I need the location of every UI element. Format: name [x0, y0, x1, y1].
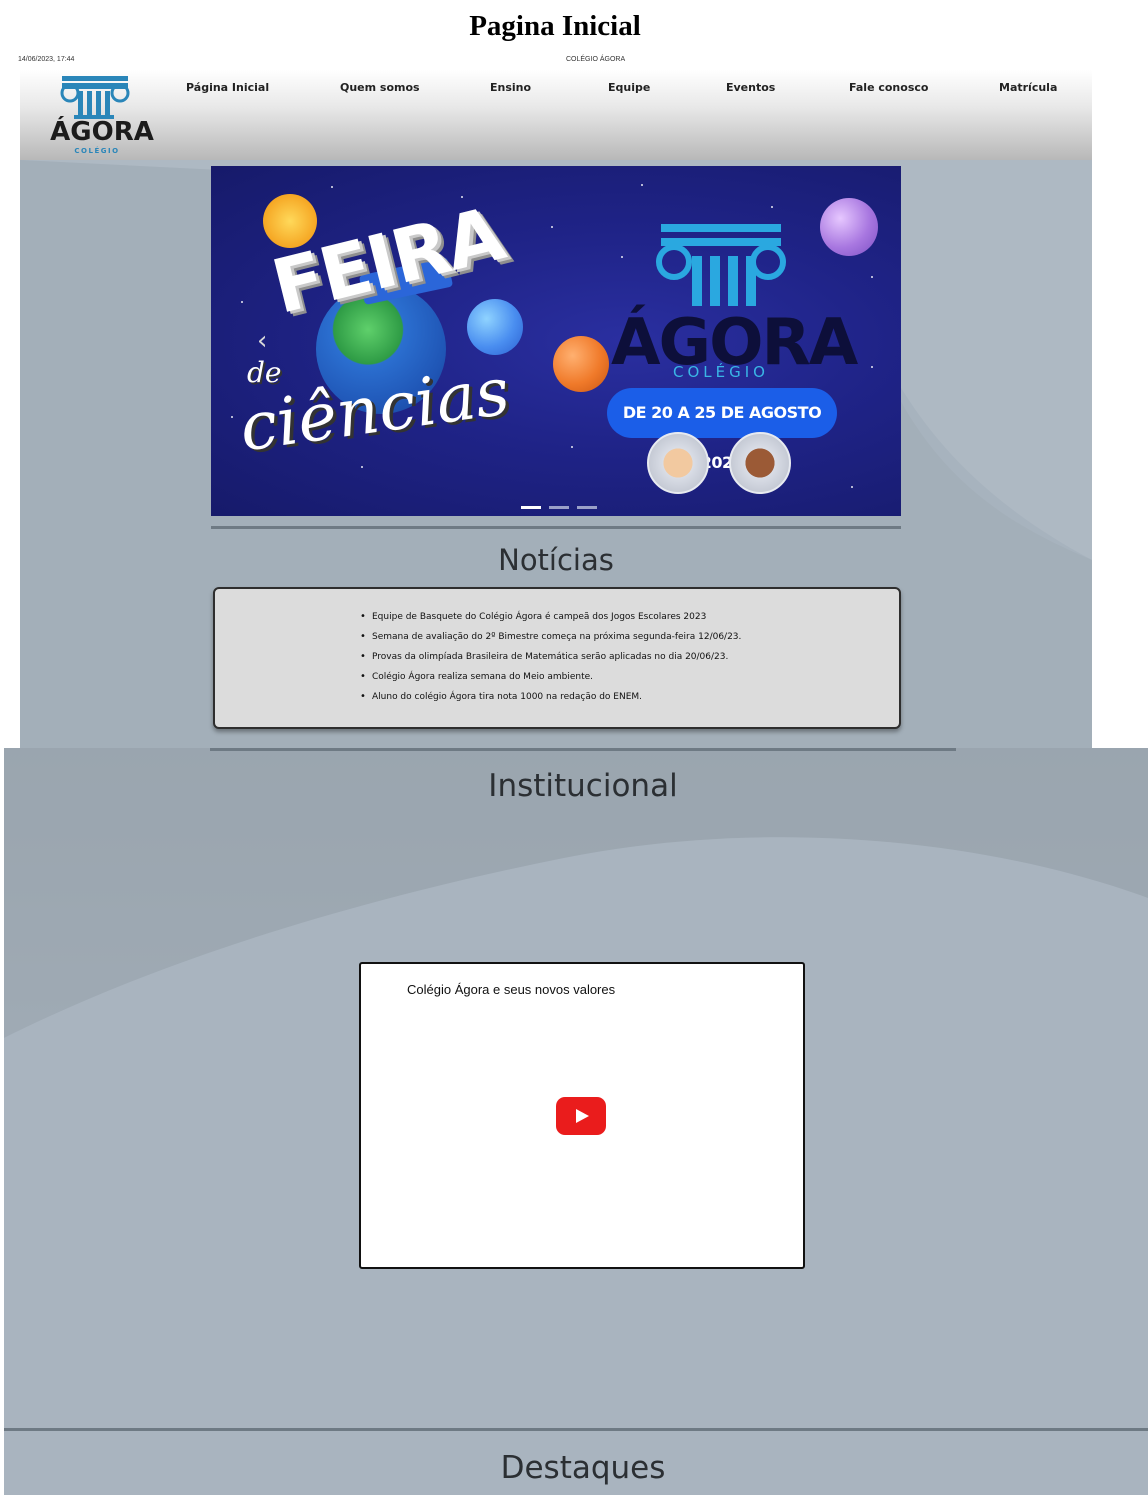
event-date-pill: DE 20 A 25 DE AGOSTO 2023: [607, 388, 837, 472]
institucional-heading: Institucional: [488, 768, 678, 804]
page-top-section: ÁGORA COLÉGIO Página Inicial Quem somos …: [20, 70, 1092, 748]
main-nav: Página Inicial Quem somos Ensino Equipe …: [20, 81, 1092, 99]
orange-planet-icon: [553, 336, 609, 392]
site-header: ÁGORA COLÉGIO Página Inicial Quem somos …: [20, 70, 1092, 160]
document-title: Pagina Inicial: [469, 10, 641, 42]
banner-logo-subtitle: COLÉGIO: [673, 363, 769, 381]
nav-ensino[interactable]: Ensino: [490, 81, 531, 94]
destaques-heading: Destaques: [500, 1450, 666, 1486]
nav-eventos[interactable]: Eventos: [726, 81, 775, 94]
news-item[interactable]: Provas da olimpíada Brasileira de Matemá…: [360, 647, 741, 667]
nav-fale-conosco[interactable]: Fale conosco: [849, 81, 928, 94]
blue-planet-icon: [467, 299, 523, 355]
nav-pagina-inicial[interactable]: Página Inicial: [186, 81, 269, 94]
section-divider: [210, 748, 956, 751]
logo-subtitle: COLÉGIO: [74, 147, 120, 155]
page-bottom-section: Institucional Colégio Ágora e seus novos…: [4, 748, 1148, 1495]
print-site-name: COLÉGIO ÁGORA: [566, 56, 626, 63]
news-item[interactable]: Colégio Ágora realiza semana do Meio amb…: [360, 667, 741, 687]
logo-wordmark: ÁGORA: [50, 117, 154, 147]
event-banner-carousel[interactable]: FEIRA de ciências ÁGORA COLÉGIO DE 20 A …: [211, 166, 901, 516]
youtube-play-icon[interactable]: [556, 1097, 606, 1135]
carousel-dot-2[interactable]: [549, 506, 570, 509]
section-divider: [211, 526, 901, 529]
astronaut-boy-icon: [729, 432, 791, 494]
carousel-indicators: [521, 494, 600, 513]
news-list: Equipe de Basquete do Colégio Ágora é ca…: [360, 607, 741, 707]
section-divider: [4, 1428, 1148, 1431]
news-item[interactable]: Equipe de Basquete do Colégio Ágora é ca…: [360, 607, 741, 627]
video-title[interactable]: Colégio Ágora e seus novos valores: [407, 982, 615, 997]
news-item[interactable]: Aluno do colégio Ágora tira nota 1000 na…: [360, 687, 741, 707]
print-date: 14/06/2023, 17:44: [18, 56, 75, 63]
nav-quem-somos[interactable]: Quem somos: [340, 81, 420, 94]
carousel-dot-3[interactable]: [577, 506, 598, 509]
news-list-box: Equipe de Basquete do Colégio Ágora é ca…: [213, 587, 901, 729]
astronaut-girl-icon: [647, 432, 709, 494]
carousel-dot-1[interactable]: [521, 506, 541, 509]
embedded-video-player[interactable]: Colégio Ágora e seus novos valores: [359, 962, 805, 1269]
nav-matricula[interactable]: Matrícula: [999, 81, 1057, 94]
noticias-heading: Notícias: [498, 543, 614, 577]
news-item[interactable]: Semana de avaliação do 2º Bimestre começ…: [360, 627, 741, 647]
carousel-prev-button[interactable]: ‹: [257, 326, 267, 356]
nav-equipe[interactable]: Equipe: [608, 81, 650, 94]
